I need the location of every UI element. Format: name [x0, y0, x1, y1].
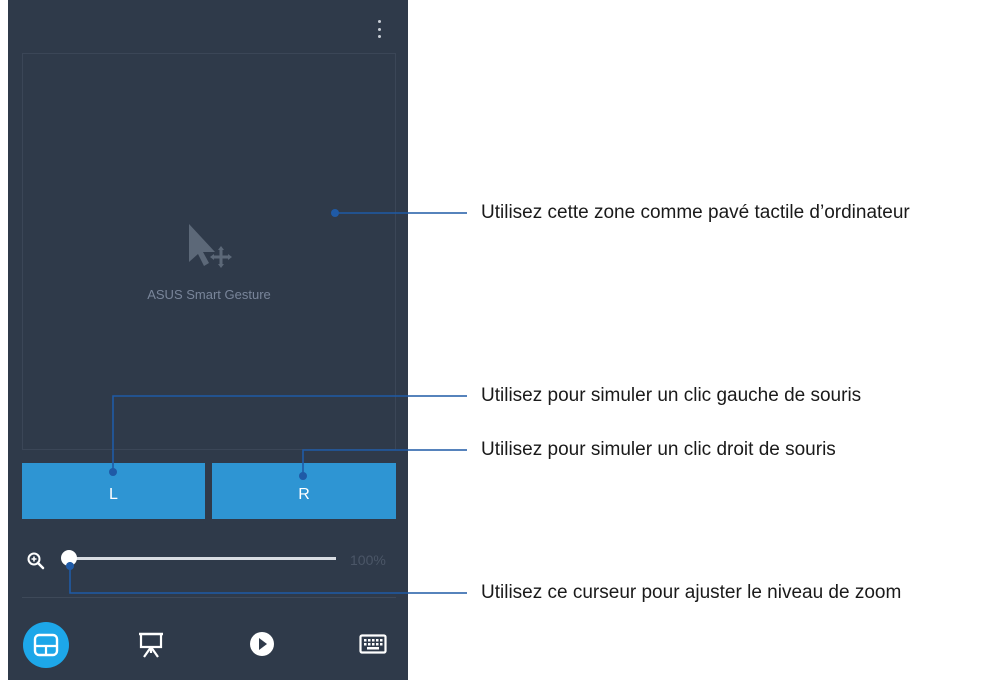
- annotation-right-click: Utilisez pour simuler un clic droit de s…: [481, 439, 836, 460]
- callout-dot-touchpad: [331, 209, 339, 217]
- callout-dot-zoom: [66, 562, 74, 570]
- callout-lines: [66, 209, 467, 594]
- annotation-left-click: Utilisez pour simuler un clic gauche de …: [481, 385, 862, 406]
- callout-dot-right: [299, 472, 307, 480]
- callout-dot-left: [109, 468, 117, 476]
- annotation-touchpad: Utilisez cette zone comme pavé tactile d…: [481, 202, 910, 223]
- annotation-zoom-slider: Utilisez ce curseur pour ajuster le nive…: [481, 582, 902, 603]
